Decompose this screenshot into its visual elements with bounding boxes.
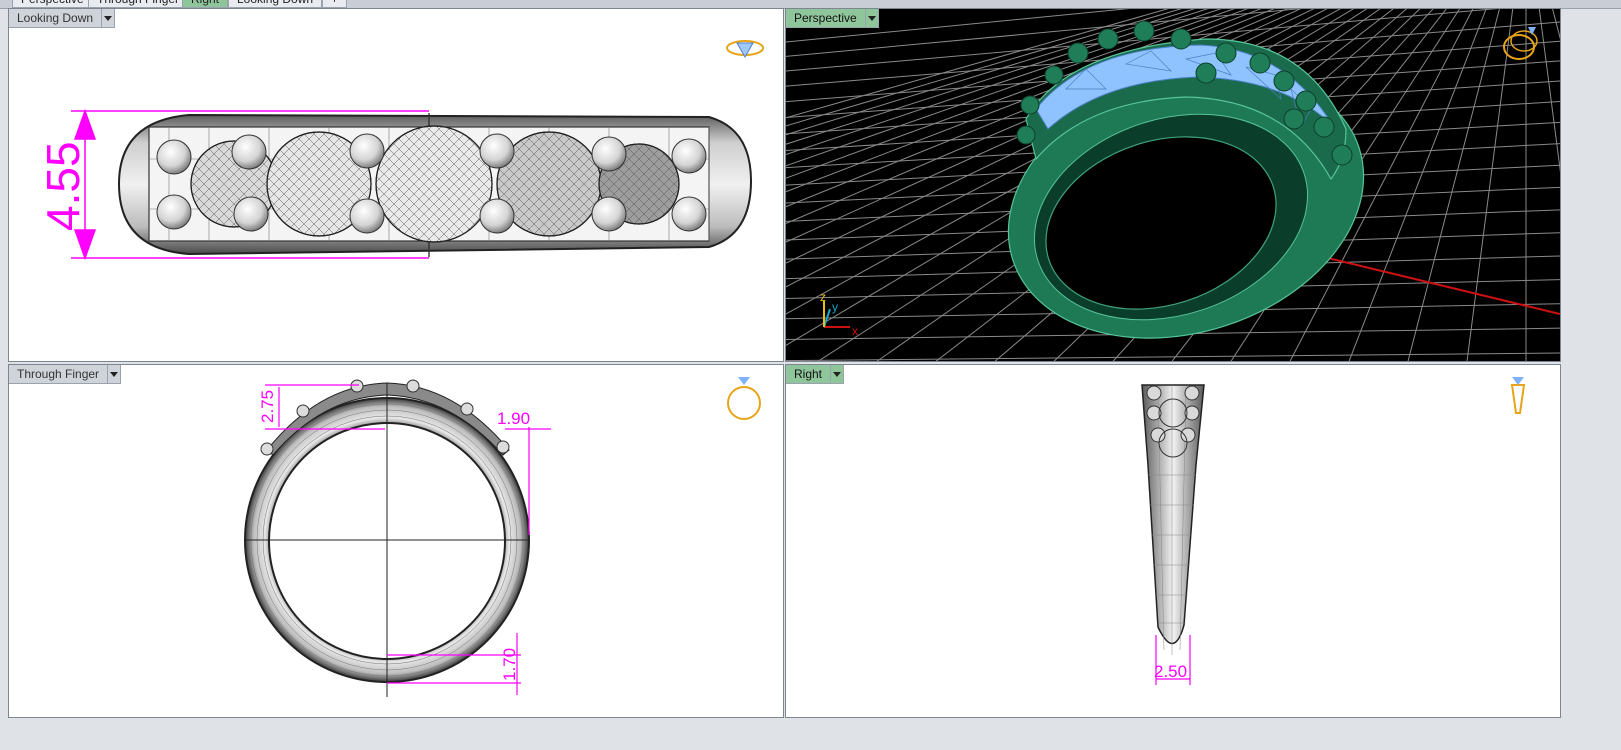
ring-top-icon	[726, 40, 764, 59]
tab-looking-down[interactable]: Looking Down	[228, 0, 323, 8]
tab-perspective[interactable]: Perspective	[12, 0, 93, 8]
dimension-label: 2.50	[1154, 662, 1187, 681]
dimension-side: 1.90	[497, 409, 530, 428]
viewport-name[interactable]: Perspective	[786, 9, 866, 28]
ring-side-profile	[1141, 384, 1205, 645]
viewport-menu-dropdown[interactable]	[102, 9, 116, 28]
dimension-top: 2.75	[258, 390, 277, 423]
svg-text:z: z	[820, 290, 826, 304]
viewport-through-finger[interactable]: Through Finger 2.75 1.90 1.70	[8, 364, 784, 718]
viewport-name[interactable]: Right	[786, 365, 832, 384]
through-finger-drawing: 2.75 1.90 1.70	[244, 377, 761, 697]
viewport-label-right[interactable]: Right	[786, 365, 845, 384]
viewport-label-through-finger[interactable]: Through Finger	[9, 365, 122, 384]
viewport-menu-dropdown[interactable]	[865, 9, 879, 28]
viewport-label-looking-down[interactable]: Looking Down	[9, 9, 116, 28]
tab-through-finger[interactable]: Through Finger	[88, 0, 189, 8]
svg-text:x: x	[852, 324, 858, 338]
viewport-right[interactable]: Right 2.50	[785, 364, 1561, 718]
viewport-label-perspective[interactable]: Perspective	[786, 9, 879, 28]
viewport-menu-dropdown[interactable]	[108, 365, 122, 384]
svg-text:y: y	[832, 300, 838, 314]
tab-add[interactable]: +	[322, 0, 348, 8]
ring-3d-model	[1007, 20, 1365, 339]
viewport-name[interactable]: Through Finger	[9, 365, 109, 384]
dimension-bottom: 1.70	[500, 648, 519, 681]
ring-front-icon	[727, 377, 761, 420]
tab-right[interactable]: Right	[182, 0, 229, 8]
viewport-looking-down[interactable]: Looking Down 4.55	[8, 8, 784, 362]
viewport-perspective[interactable]: Perspective x y z	[785, 8, 1561, 362]
right-view-drawing: 2.50	[1141, 377, 1526, 685]
perspective-drawing: x y z	[786, 9, 1560, 361]
ring-side-icon	[1510, 377, 1526, 414]
viewport-menu-dropdown[interactable]	[831, 365, 845, 384]
viewport-name[interactable]: Looking Down	[9, 9, 103, 28]
dimension-label: 4.55	[37, 141, 89, 231]
looking-down-drawing: 4.55	[37, 40, 764, 261]
